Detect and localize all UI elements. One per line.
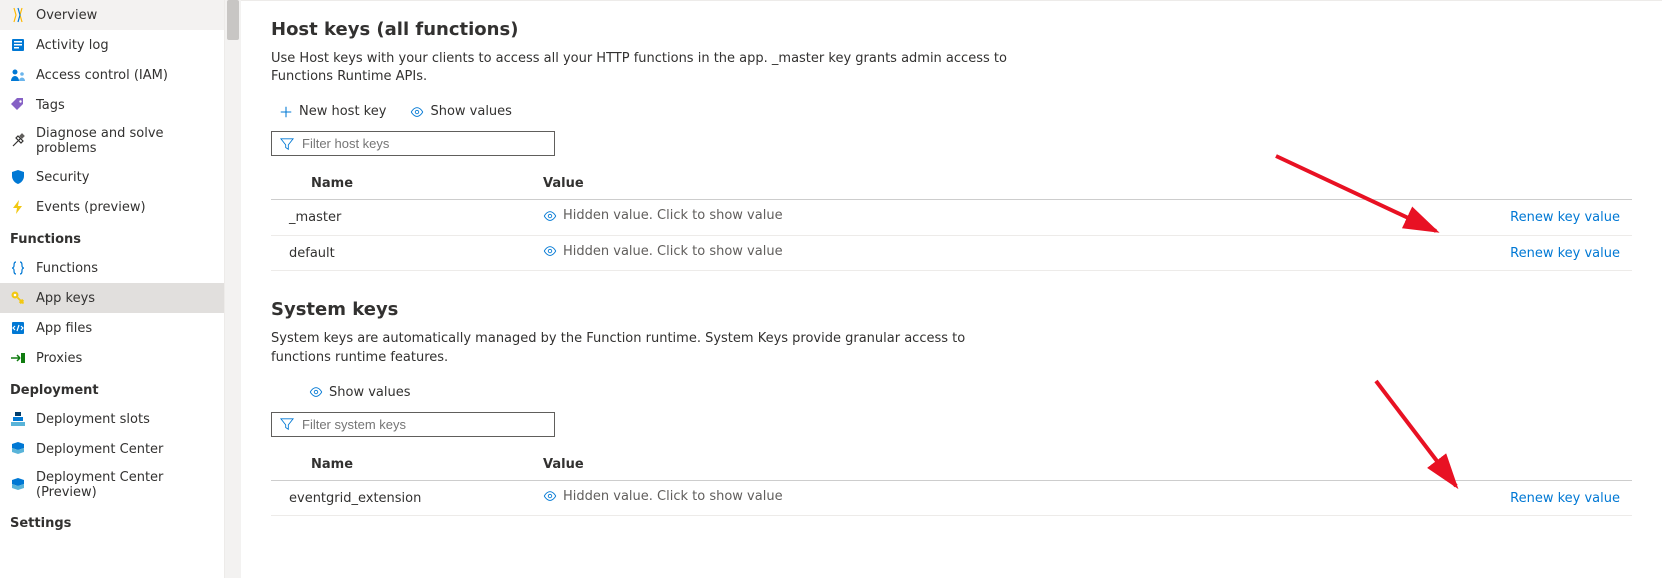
renew-key-link[interactable]: Renew key value [1510,210,1620,225]
deployment-center-icon [10,477,26,493]
sidebar-nav: Overview Activity log Access control (IAM)… [0,0,225,578]
sidebar-item-label: Deployment slots [36,412,150,427]
show-system-values-button[interactable]: Show values [307,381,413,404]
show-system-values-label: Show values [329,385,411,400]
renew-key-link[interactable]: Renew key value [1510,246,1620,261]
new-host-key-label: New host key [299,104,386,119]
sidebar-section-settings: Settings [0,506,224,537]
sidebar-item-label: Diagnose and solve problems [36,126,214,156]
col-name: Name [271,449,531,481]
sidebar-item-events-preview-[interactable]: Events (preview) [0,192,224,222]
sidebar-section-deployment: Deployment [0,373,224,404]
system-keys-toolbar: Show values [271,381,1632,404]
host-keys-section: Host keys (all functions) Use Host keys … [271,19,1632,271]
table-row[interactable]: eventgrid_extension Hidden value. Click … [271,480,1632,516]
filter-system-keys-input[interactable] [302,417,546,432]
deployment-center-icon [10,441,26,457]
sidebar-item-label: App files [36,321,92,336]
sidebar-item-label: Tags [36,98,65,113]
sidebar-item-security[interactable]: Security [0,162,224,192]
sidebar-section-functions: Functions [0,222,224,253]
system-keys-title: System keys [271,299,1632,320]
hidden-value-button[interactable]: Hidden value. Click to show value [543,208,783,223]
renew-key-link[interactable]: Renew key value [1510,491,1620,506]
eye-icon [543,489,557,503]
sidebar-item-activity-log[interactable]: Activity log [0,30,224,60]
filter-system-keys-box[interactable] [271,412,555,437]
col-name: Name [271,168,531,200]
eye-icon [410,105,424,119]
col-value: Value [531,449,1492,481]
app-files-icon [10,320,26,336]
sidebar-item-diagnose-and-solve-problems[interactable]: Diagnose and solve problems [0,120,224,162]
filter-host-keys-box[interactable] [271,131,555,156]
host-keys-table: Name Value _master Hidden value. Click t… [271,168,1632,271]
sidebar-item-proxies[interactable]: Proxies [0,343,224,373]
sidebar-item-label: Proxies [36,351,82,366]
filter-icon [280,417,294,431]
sidebar-item-functions[interactable]: Functions [0,253,224,283]
sidebar-item-label: Overview [36,8,97,23]
hidden-value-button[interactable]: Hidden value. Click to show value [543,489,783,504]
key-name-cell: eventgrid_extension [271,480,531,516]
proxies-icon [10,350,26,366]
host-keys-toolbar: New host key Show values [271,100,1632,123]
system-keys-section: System keys System keys are automaticall… [271,299,1632,516]
sidebar-item-access-control-iam-[interactable]: Access control (IAM) [0,60,224,90]
eye-icon [543,209,557,223]
sidebar-item-label: Activity log [36,38,109,53]
functions-icon [10,260,26,276]
sidebar-scrollbar[interactable] [225,0,241,578]
deployment-slots-icon [10,411,26,427]
sidebar-item-deployment-center[interactable]: Deployment Center [0,434,224,464]
system-keys-desc: System keys are automatically managed by… [271,330,1011,366]
overview-icon [10,7,26,23]
sidebar-item-label: Access control (IAM) [36,68,168,83]
activity-log-icon [10,37,26,53]
main-content: Host keys (all functions) Use Host keys … [241,0,1662,578]
sidebar-item-label: Functions [36,261,98,276]
diagnose-icon [10,133,26,149]
show-values-label: Show values [430,104,512,119]
hidden-value-text: Hidden value. Click to show value [563,208,783,223]
host-keys-title: Host keys (all functions) [271,19,1632,40]
sidebar-item-tags[interactable]: Tags [0,90,224,120]
hidden-value-button[interactable]: Hidden value. Click to show value [543,244,783,259]
sidebar-item-app-files[interactable]: App files [0,313,224,343]
table-row[interactable]: _master Hidden value. Click to show valu… [271,200,1632,236]
security-icon [10,169,26,185]
sidebar-item-app-keys[interactable]: App keys [0,283,224,313]
events-icon [10,199,26,215]
eye-icon [309,385,323,399]
show-values-button[interactable]: Show values [408,100,514,123]
scrollbar-thumb[interactable] [227,0,239,40]
filter-icon [280,137,294,151]
filter-host-keys-input[interactable] [302,136,546,151]
sidebar-item-deployment-center-preview-[interactable]: Deployment Center (Preview) [0,464,224,506]
table-row[interactable]: default Hidden value. Click to show valu… [271,235,1632,271]
sidebar-item-label: Security [36,170,89,185]
sidebar-item-deployment-slots[interactable]: Deployment slots [0,404,224,434]
access-control-icon [10,67,26,83]
hidden-value-text: Hidden value. Click to show value [563,489,783,504]
sidebar-item-label: Deployment Center (Preview) [36,470,214,500]
col-value: Value [531,168,1492,200]
plus-icon [279,105,293,119]
new-host-key-button[interactable]: New host key [277,100,388,123]
sidebar-item-label: Deployment Center [36,442,163,457]
system-keys-table: Name Value eventgrid_extension Hidden va… [271,449,1632,517]
tags-icon [10,97,26,113]
eye-icon [543,244,557,258]
sidebar-item-label: Events (preview) [36,200,146,215]
app-keys-icon [10,290,26,306]
host-keys-desc: Use Host keys with your clients to acces… [271,50,1011,86]
sidebar-item-label: App keys [36,291,95,306]
key-name-cell: _master [271,200,531,236]
hidden-value-text: Hidden value. Click to show value [563,244,783,259]
sidebar-item-overview[interactable]: Overview [0,0,224,30]
key-name-cell: default [271,235,531,271]
